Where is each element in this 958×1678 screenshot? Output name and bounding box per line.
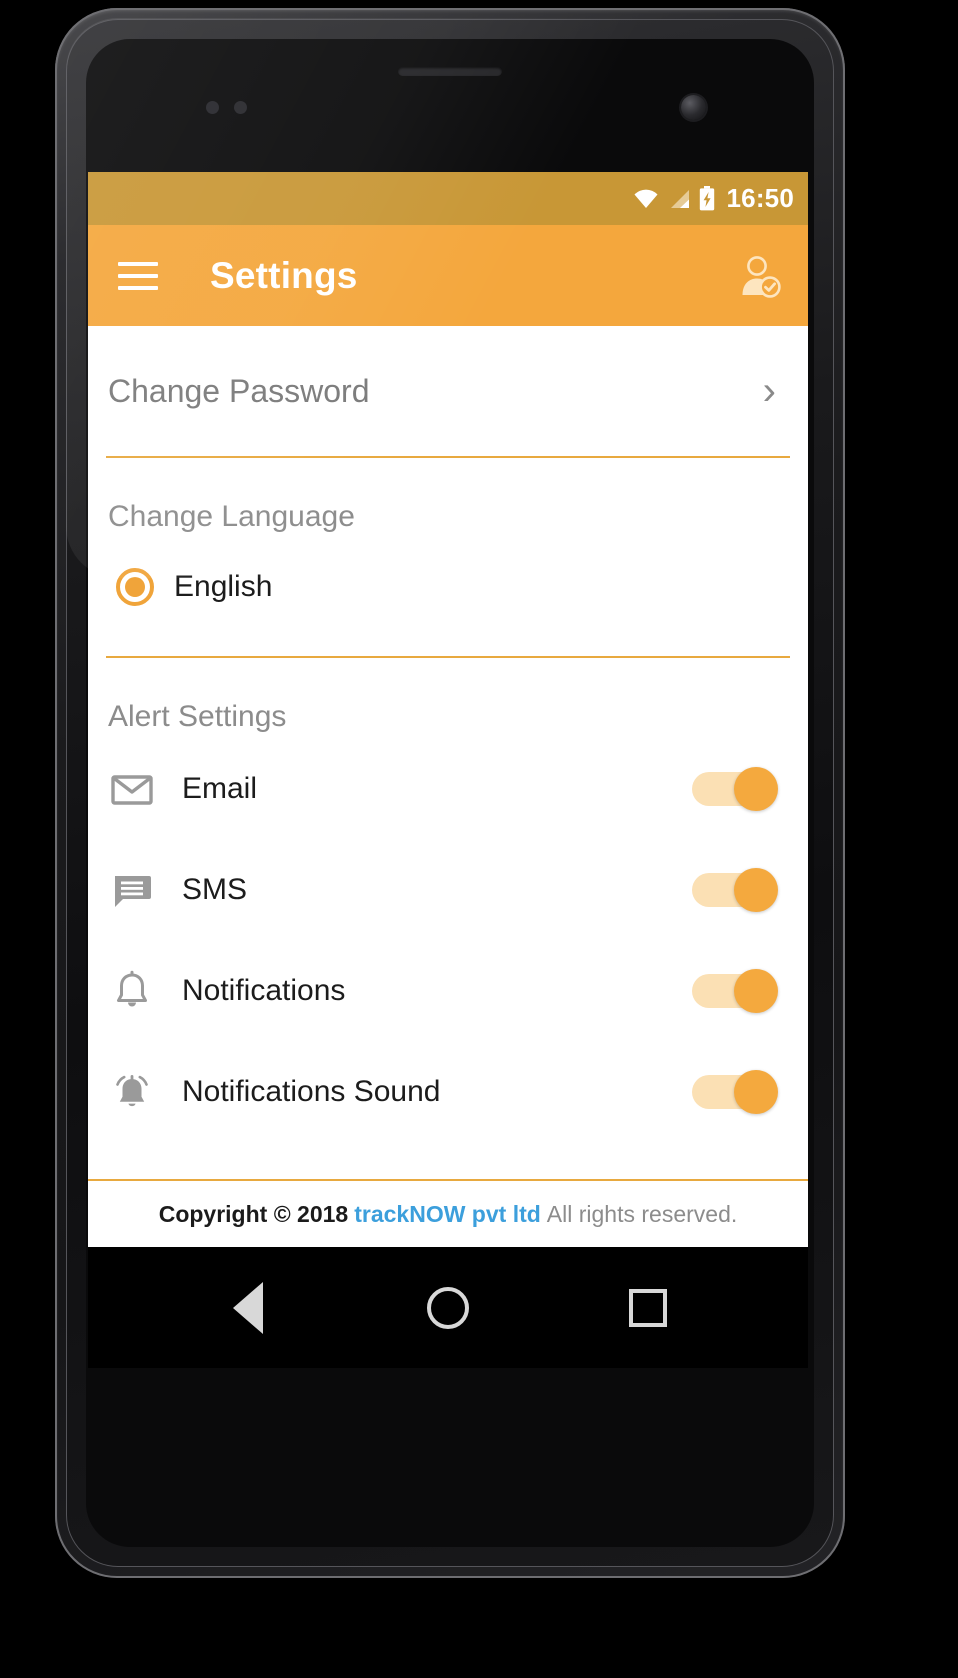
- alert-settings-list: Email SMS Notifications Notifications So…: [88, 734, 808, 1142]
- wifi-icon: [634, 189, 657, 208]
- back-button[interactable]: [220, 1280, 276, 1336]
- alert-toggle-email[interactable]: [692, 766, 778, 811]
- language-option-english[interactable]: English: [88, 534, 808, 606]
- alert-row-notifications[interactable]: Notifications: [88, 940, 808, 1041]
- alert-row-notifications-sound[interactable]: Notifications Sound: [88, 1041, 808, 1142]
- light-sensor-icon: [234, 101, 247, 114]
- radio-selected-icon[interactable]: [116, 568, 154, 606]
- app-bar-actions: [736, 253, 782, 299]
- front-camera-icon: [681, 95, 706, 120]
- app-bar: Settings: [88, 225, 808, 326]
- toggle-thumb: [734, 968, 778, 1013]
- alert-row-sms[interactable]: SMS: [88, 839, 808, 940]
- chevron-right-icon: ›: [762, 369, 776, 413]
- alert-toggle-notifications-sound[interactable]: [692, 1069, 778, 1114]
- toggle-thumb: [734, 1069, 778, 1114]
- alert-settings-heading: Alert Settings: [108, 700, 287, 733]
- toggle-switch-on[interactable]: [692, 1069, 778, 1114]
- battery-charging-icon: [699, 186, 714, 211]
- footer-copyright: Copyright © 2018 trackNOW pvt ltd All ri…: [88, 1179, 808, 1247]
- alert-row-email[interactable]: Email: [88, 738, 808, 839]
- user-verified-icon[interactable]: [736, 253, 782, 299]
- home-circle-icon: [427, 1286, 469, 1329]
- change-language-heading: Change Language: [108, 500, 355, 533]
- proximity-sensor-icon: [206, 101, 219, 114]
- hamburger-menu-icon[interactable]: [118, 261, 158, 290]
- bell-icon: [117, 970, 147, 1006]
- recents-square-icon: [629, 1288, 667, 1327]
- toggle-switch-on[interactable]: [692, 867, 778, 912]
- home-button[interactable]: [420, 1280, 476, 1336]
- toggle-switch-on[interactable]: [692, 766, 778, 811]
- phone-screen: 16:50 Settings Change Password › Change …: [88, 172, 808, 1368]
- android-navigation-bar: [88, 1247, 808, 1368]
- status-bar-icons: [633, 186, 715, 211]
- status-bar: 16:50: [88, 172, 808, 225]
- change-language-section: Change Language English: [88, 458, 808, 656]
- change-password-label: Change Password: [108, 372, 370, 409]
- settings-content: Change Password › Change Language Englis…: [88, 326, 808, 1247]
- alert-label-notifications: Notifications: [182, 973, 346, 1007]
- footer-brand-link[interactable]: trackNOW pvt ltd: [354, 1201, 541, 1228]
- device-stage: 16:50 Settings Change Password › Change …: [0, 0, 958, 1678]
- alert-toggle-notifications[interactable]: [692, 968, 778, 1013]
- change-password-row[interactable]: Change Password ›: [88, 326, 808, 456]
- toggle-thumb: [734, 867, 778, 912]
- alert-label-email: Email: [182, 771, 258, 805]
- email-icon: [111, 774, 153, 805]
- cellular-signal-icon: [670, 189, 689, 208]
- alert-settings-section: Alert Settings Email SMS Notifications N…: [88, 658, 808, 1142]
- toggle-thumb: [734, 766, 778, 811]
- toggle-switch-on[interactable]: [692, 968, 778, 1013]
- alert-toggle-sms[interactable]: [692, 867, 778, 912]
- radio-dot: [125, 577, 145, 597]
- sms-message-icon: [115, 875, 151, 907]
- recents-button[interactable]: [620, 1280, 676, 1336]
- footer-rights-text: All rights reserved.: [546, 1200, 738, 1227]
- status-bar-clock: 16:50: [726, 183, 794, 213]
- earpiece-speaker: [398, 67, 502, 76]
- alert-label-sms: SMS: [182, 872, 248, 906]
- alert-label-notifications-sound: Notifications Sound: [182, 1074, 441, 1108]
- bell-ringing-icon: [116, 1074, 148, 1106]
- back-triangle-icon: [233, 1281, 263, 1334]
- language-option-label: English: [174, 570, 273, 603]
- page-title: Settings: [210, 254, 358, 296]
- footer-copyright-text: Copyright © 2018: [158, 1200, 349, 1227]
